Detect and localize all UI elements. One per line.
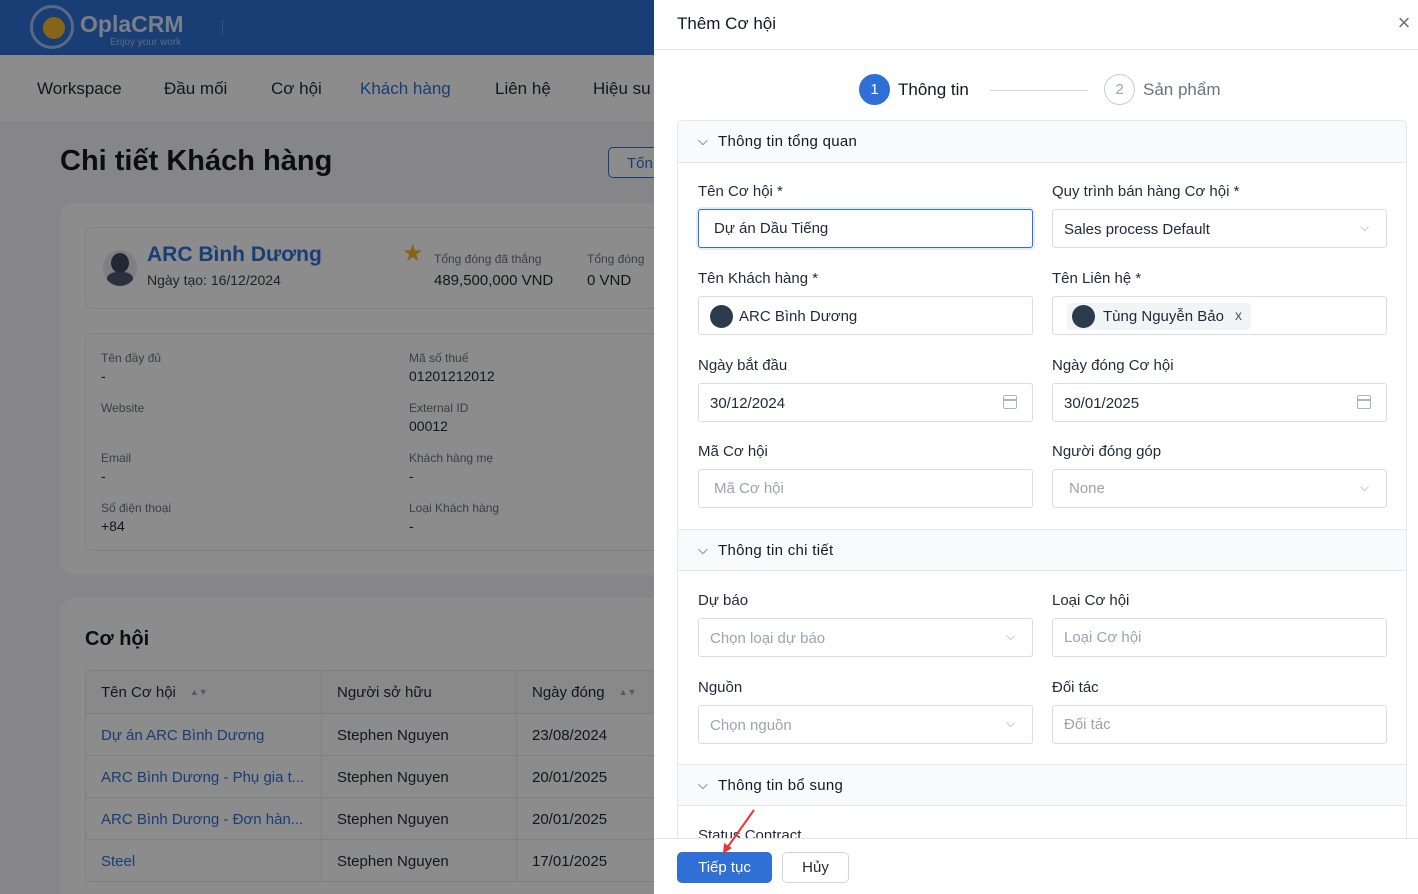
contact-tag: Tùng Nguyễn Bảo x [1067,303,1251,330]
opportunity-form: ⌵ Thông tin tổng quan Tên Cơ hội * Quy t… [677,120,1407,838]
field-label: Quy trình bán hàng Cơ hội * [1052,183,1240,200]
field-label: Người đóng góp [1052,443,1162,460]
contributor-select[interactable]: None ⌵ [1052,469,1387,508]
chevron-down-icon: ⌵ [698,542,708,557]
section-label: Thông tin bổ sung [718,777,844,794]
date-value: 30/12/2024 [710,395,786,412]
field-label: Đối tác [1052,679,1099,696]
cancel-button[interactable]: Hủy [782,852,849,883]
step-number: 2 [1104,74,1135,105]
partner-field[interactable] [1053,706,1386,743]
sales-process-select[interactable]: Sales process Default ⌵ [1052,209,1387,248]
tag-label: Tùng Nguyễn Bảo [1103,308,1224,325]
chevron-down-icon: ⌵ [698,133,708,148]
field-label: Tên Khách hàng * [698,270,819,287]
field-label: Nguồn [698,679,743,696]
drawer-title: Thêm Cơ hội [677,14,777,33]
field-label: Tên Liên hệ * [1052,270,1142,287]
opportunity-name-field[interactable] [699,210,1032,247]
continue-button[interactable]: Tiếp tục [677,852,772,883]
select-value: None [1069,480,1105,497]
step-number: 1 [859,74,890,105]
field-label: Ngày bắt đầu [698,357,788,374]
field-label: Loại Cơ hội [1052,592,1130,609]
date-value: 30/01/2025 [1064,395,1140,412]
forecast-select[interactable]: Chọn loại dự báo ⌵ [698,618,1033,657]
section-label: Thông tin chi tiết [718,542,834,559]
field-label: Ngày đóng Cơ hội [1052,357,1174,374]
step-label: Sản phẩm [1143,80,1221,99]
close-icon[interactable]: × [1394,12,1414,34]
chevron-down-icon: ⌵ [1006,716,1016,730]
select-value: Sales process Default [1064,221,1210,238]
start-date-picker[interactable]: 30/12/2024 [698,383,1033,422]
field-label: Tên Cơ hội * [698,183,783,200]
select-placeholder: Chọn loại dự báo [710,630,826,647]
step-connector [990,90,1088,91]
field-label: Dự báo [698,592,749,609]
remove-tag-icon[interactable]: x [1235,307,1242,323]
calendar-icon [1357,395,1371,409]
section-extra-toggle[interactable]: ⌵ Thông tin bổ sung [678,764,1406,806]
chevron-down-icon: ⌵ [1360,480,1370,494]
opportunity-type-input[interactable] [1052,618,1387,657]
annotation-arrow-icon [723,809,755,854]
customer-select[interactable]: ARC Bình Dương [698,296,1033,335]
chevron-down-icon: ⌵ [698,777,708,792]
add-opportunity-drawer: Thêm Cơ hội × 1 Thông tin 2 Sản phẩm ⌵ T… [654,0,1418,894]
avatar [1072,305,1095,328]
partner-input[interactable] [1052,705,1387,744]
opportunity-code-field[interactable] [699,470,1032,507]
opportunity-code-input[interactable] [698,469,1033,508]
close-date-picker[interactable]: 30/01/2025 [1052,383,1387,422]
step-label: Thông tin [898,80,969,99]
source-select[interactable]: Chọn nguồn ⌵ [698,705,1033,744]
section-overview-toggle[interactable]: ⌵ Thông tin tổng quan [678,121,1406,163]
section-label: Thông tin tổng quan [718,133,858,150]
field-label: Mã Cơ hội [698,443,768,460]
drawer-header: Thêm Cơ hội × [654,0,1418,50]
section-detail-toggle[interactable]: ⌵ Thông tin chi tiết [678,529,1406,571]
opportunity-type-field[interactable] [1053,619,1386,656]
chevron-down-icon: ⌵ [1006,629,1016,643]
select-placeholder: Chọn nguồn [710,717,792,734]
select-value: ARC Bình Dương [739,308,858,325]
chevron-down-icon: ⌵ [1360,220,1370,234]
contact-select[interactable]: Tùng Nguyễn Bảo x [1052,296,1387,335]
calendar-icon [1003,395,1017,409]
avatar [710,305,733,328]
opportunity-name-input[interactable] [698,209,1033,248]
